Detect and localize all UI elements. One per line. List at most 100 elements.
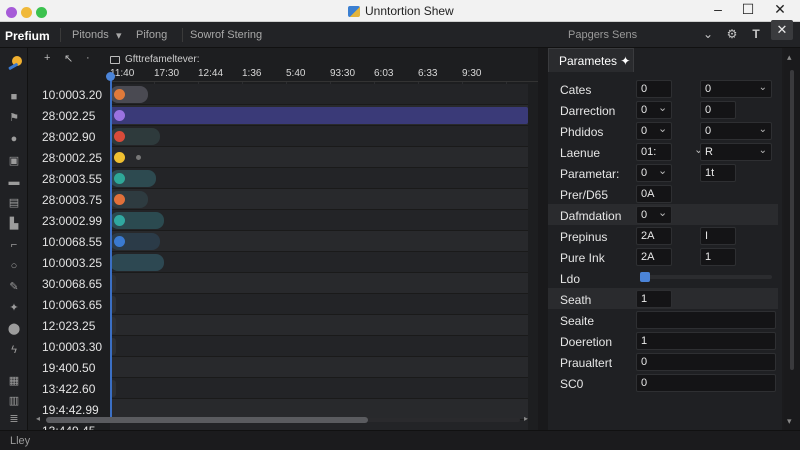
menu-item-pitonds[interactable]: Pitonds [72,29,109,41]
square-tool-icon[interactable]: ■ [7,90,21,104]
window-zoom-dot[interactable] [36,7,47,18]
parameter-value-field[interactable]: 0 [636,374,776,392]
parameter-value-field[interactable]: 01: [636,143,672,161]
parameter-value-field[interactable]: 1 [636,332,776,350]
keyframe-dot[interactable] [136,155,141,160]
film-icon[interactable]: ▬ [7,175,21,189]
parameter-secondary-field[interactable]: I [700,227,736,245]
close-window-button[interactable]: ✕ [766,1,794,18]
table-row[interactable]: 28:002.90 [28,126,528,147]
track-lane[interactable] [110,252,528,273]
keyframe-dot[interactable] [114,110,125,121]
timeline-clip[interactable] [110,107,528,124]
table-row[interactable]: 28:0003.75 [28,189,528,210]
table-row[interactable]: 10:0003.25 [28,252,528,273]
menu-right-label[interactable]: Papgers Sens [568,29,637,41]
parameter-secondary-field[interactable]: R ⌄ [700,143,772,161]
parameter-secondary-field[interactable]: 1t [700,164,736,182]
tab-parameters[interactable]: Parametes ✦ [548,48,634,72]
chevron-down-icon[interactable]: ⌄ [658,164,667,177]
parameter-slider[interactable] [640,272,772,282]
chevron-down-icon[interactable]: ⌄ [759,124,767,135]
vertical-scroll-thumb[interactable] [790,70,794,370]
table-row[interactable]: 19:400.50 [28,357,528,378]
table-row[interactable]: 12:023.25 [28,315,528,336]
chevron-down-icon[interactable]: ⌄ [658,101,667,114]
more-dots-icon[interactable]: · [86,52,90,64]
crop-icon[interactable]: ⌐ [7,238,21,252]
frame-icon[interactable]: ▣ [7,154,21,168]
table-row[interactable]: 10:0003.20 [28,84,528,105]
parameter-value-field[interactable]: 2A [636,227,672,245]
keyframe-dot[interactable] [114,215,125,226]
keyframe-dot[interactable] [114,131,125,142]
add-track-icon[interactable]: + [44,52,50,64]
table-row[interactable]: 23:0002.99 [28,210,528,231]
table-row[interactable]: 10:0003.30 [28,336,528,357]
parameter-value-field[interactable]: 0 [636,353,776,371]
window-close-dot[interactable] [6,7,17,18]
app-logo-icon[interactable] [6,54,24,72]
chevron-down-icon[interactable]: ⌄ [759,82,767,93]
track-lane[interactable] [110,294,528,315]
track-lane[interactable] [110,210,528,231]
playhead[interactable] [110,76,112,422]
chevron-down-icon[interactable]: ⌄ [759,145,767,156]
table-row[interactable]: 28:0003.55 [28,168,528,189]
maximize-button[interactable]: ☐ [734,1,762,18]
parameter-secondary-field[interactable]: 0 ⌄ [700,122,772,140]
parameter-secondary-field[interactable]: 0 [700,101,736,119]
time-ruler[interactable]: 11:40 17:30 12:44 1:36 5:40 93:30 6:03 6:33 9:30 [110,68,540,82]
track-lane[interactable] [110,147,528,168]
table-row[interactable]: 10:0068.55 [28,231,528,252]
scroll-left-icon[interactable]: ◂ [36,414,40,423]
track-lane[interactable] [110,84,528,105]
keyframe-dot[interactable] [114,194,125,205]
circle-tool-icon[interactable]: ● [7,132,21,146]
close-panel-button[interactable]: ✕ [771,20,793,40]
track-lane[interactable] [110,105,528,126]
track-lane[interactable] [110,357,528,378]
keyframe-dot[interactable] [114,152,125,163]
pin-icon[interactable]: ✦ [7,301,21,315]
parameter-secondary-field[interactable]: 1 [700,248,736,266]
list-icon[interactable]: ≣ [7,412,21,426]
track-lane[interactable] [110,378,528,399]
parameter-value-field[interactable]: 0A [636,185,672,203]
chevron-down-icon[interactable]: ⌄ [658,122,667,135]
panel-divider[interactable] [538,48,548,430]
bookmark-icon[interactable]: ▙ [7,217,21,231]
flag-icon[interactable]: ⚑ [7,111,21,125]
track-lane[interactable] [110,315,528,336]
track-lane[interactable] [110,273,528,294]
chevron-down-icon[interactable]: ⌄ [658,206,667,219]
minimize-button[interactable]: – [704,1,732,17]
track-lane[interactable] [110,336,528,357]
ring-icon[interactable]: ○ [7,259,21,273]
slider-handle[interactable] [640,272,650,282]
table-row[interactable]: 13:422.60 [28,378,528,399]
keyframe-dot[interactable] [114,173,125,184]
table-row[interactable]: 30:0068.65 [28,273,528,294]
text-tool-icon[interactable]: T [746,27,766,43]
record-icon[interactable]: ⬤ [7,322,21,336]
dropdown-chevron-icon[interactable]: ⌄ [698,27,718,43]
track-lane[interactable] [110,189,528,210]
scroll-down-icon[interactable]: ▾ [787,416,792,427]
timeline-clip[interactable] [110,254,165,271]
menu-item-pifong[interactable]: Pifong [136,29,167,41]
keyframe-dot[interactable] [114,236,125,247]
menu-item-active[interactable]: Prefium [5,29,50,43]
panel-icon[interactable]: ▥ [7,394,21,408]
table-row[interactable]: 28:002.25 [28,105,528,126]
parameter-value-field[interactable]: 2A [636,248,672,266]
layers-icon[interactable]: ▤ [7,196,21,210]
horizontal-scroll-thumb[interactable] [46,417,368,423]
track-lane[interactable] [110,126,528,147]
parameter-value-field[interactable]: 0 [636,80,672,98]
parameter-value-field[interactable] [636,311,776,329]
window-minimize-dot[interactable] [21,7,32,18]
table-row[interactable]: 10:0063.65 [28,294,528,315]
parameter-secondary-field[interactable]: 0 ⌄ [700,80,772,98]
menu-item-sowrof-stering[interactable]: Sowrof Stering [190,29,262,41]
